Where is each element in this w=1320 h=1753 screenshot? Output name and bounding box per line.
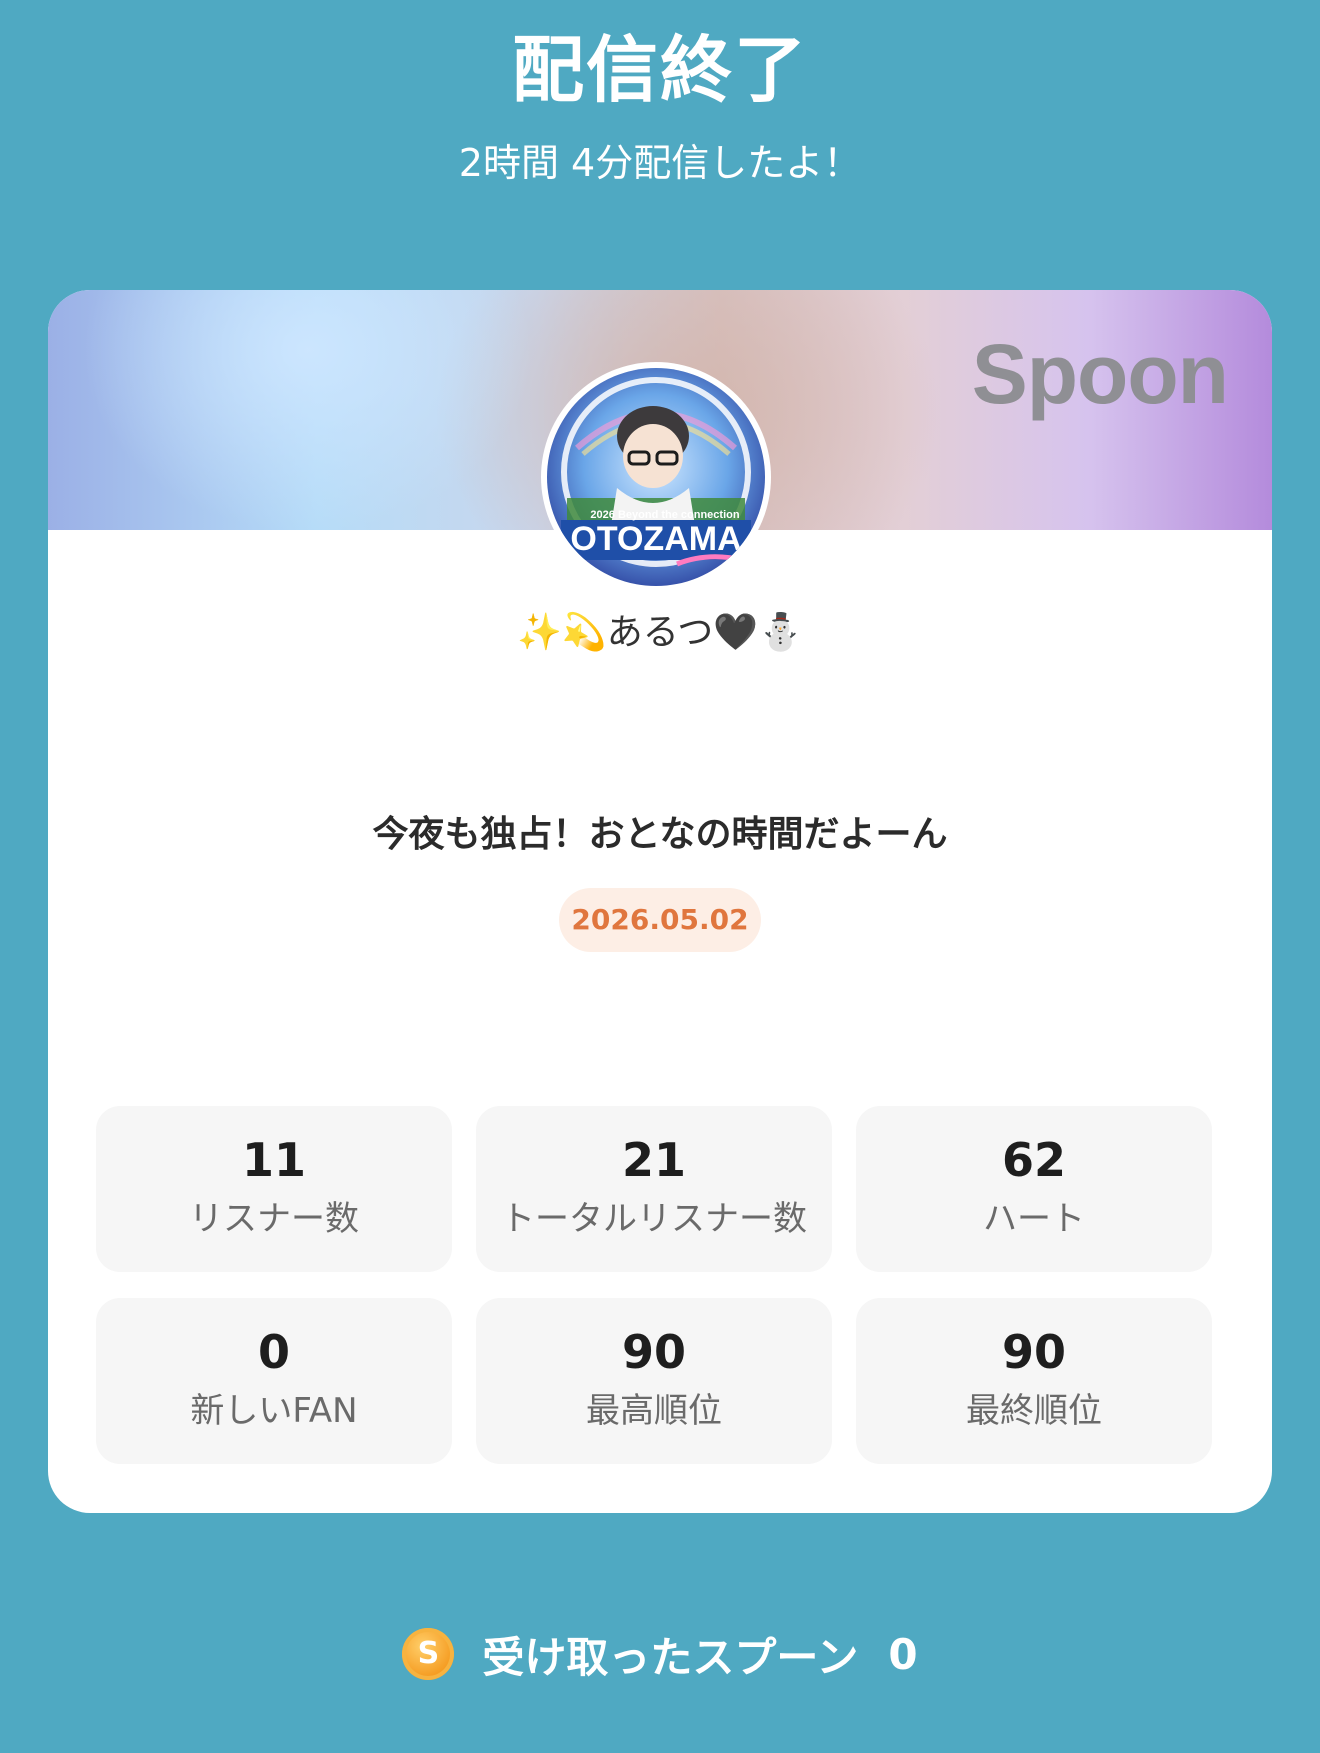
date-badge: 2026.05.02	[559, 888, 761, 952]
stat-value: 90	[621, 1325, 686, 1379]
stat-label: ハート	[983, 1199, 1085, 1239]
broadcast-duration: 2時間 4分配信したよ！	[458, 141, 862, 185]
stat-value: 90	[1001, 1325, 1066, 1379]
avatar[interactable]: OTOZAMA 2026 Beyond the connection	[541, 362, 771, 592]
stat-listeners: 11 リスナー数	[96, 1106, 452, 1272]
stat-label: 最終順位	[966, 1391, 1102, 1431]
received-spoons-label: 受け取ったスプーン	[482, 1632, 859, 1682]
stat-hearts: 62 ハート	[856, 1106, 1212, 1272]
received-spoons-count: 0	[888, 1629, 918, 1679]
avatar-image: OTOZAMA 2026 Beyond the connection	[547, 368, 765, 586]
stat-label: リスナー数	[189, 1199, 359, 1239]
stat-value: 21	[621, 1133, 686, 1187]
spoon-logo: Spoon	[971, 327, 1229, 421]
broadcast-title: 今夜も独占！おとなの時間だよーん	[372, 814, 948, 855]
page-title: 配信終了	[511, 28, 808, 112]
avatar-illustration-icon: OTOZAMA 2026 Beyond the connection	[547, 368, 765, 586]
stat-value: 62	[1001, 1133, 1066, 1187]
received-spoons: S 受け取ったスプーン 0	[0, 1624, 1320, 1684]
stat-total-listeners: 21 トータルリスナー数	[476, 1106, 832, 1272]
broadcast-summary-card: Spoon OTOZAMA 2026 Beyond the connection…	[48, 290, 1272, 1513]
stat-value: 0	[257, 1325, 290, 1379]
spoon-coin-icon: S	[402, 1628, 455, 1680]
svg-text:2026 Beyond the connection: 2026 Beyond the connection	[590, 509, 739, 521]
stat-label: 新しいFAN	[190, 1391, 358, 1431]
broadcaster-name: ✨💫あるつ🖤⛄	[517, 612, 803, 653]
svg-text:OTOZAMA: OTOZAMA	[570, 520, 741, 558]
stat-value: 11	[241, 1133, 306, 1187]
stat-label: トータルリスナー数	[501, 1199, 807, 1239]
stat-label: 最高順位	[586, 1391, 722, 1431]
stat-new-fans: 0 新しいFAN	[96, 1298, 452, 1464]
stat-final-rank: 90 最終順位	[856, 1298, 1212, 1464]
stat-highest-rank: 90 最高順位	[476, 1298, 832, 1464]
